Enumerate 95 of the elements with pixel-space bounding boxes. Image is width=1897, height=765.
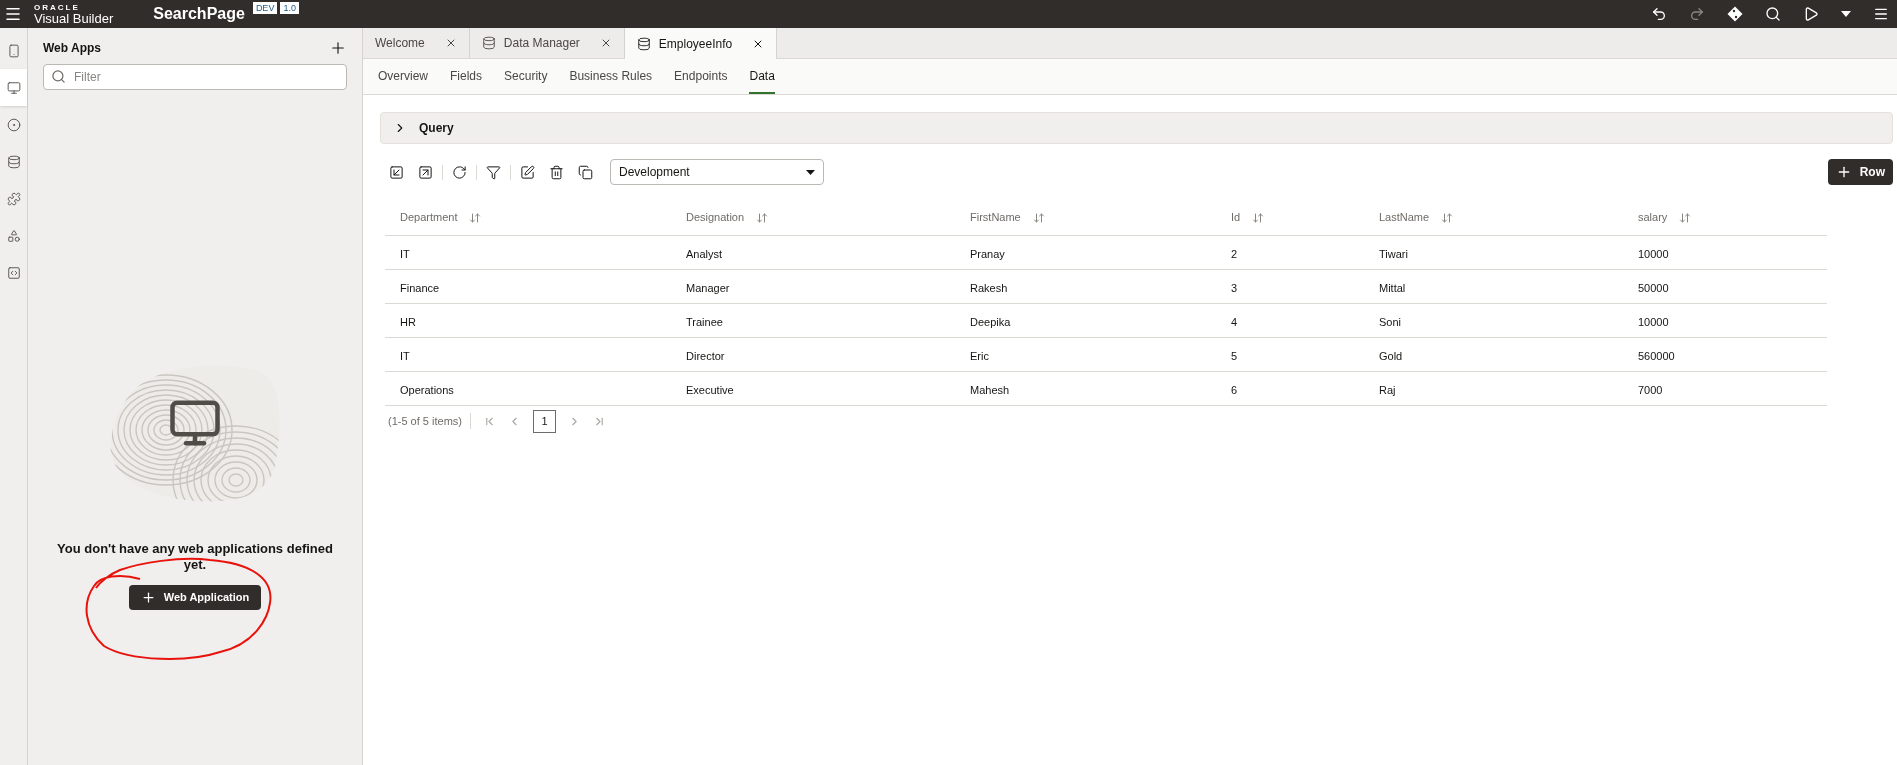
query-section-header[interactable]: Query <box>380 112 1893 144</box>
page-number[interactable]: 1 <box>532 409 556 433</box>
table-cell: 10000 <box>1638 247 1669 260</box>
puzzle-icon <box>6 191 21 206</box>
table-cell: Rakesh <box>970 281 1008 294</box>
diamond-icon[interactable] <box>1727 6 1743 22</box>
table-cell: Eric <box>970 349 989 362</box>
table-cell: Deepika <box>970 315 1011 328</box>
table-cell: IT <box>400 349 410 362</box>
add-row-button[interactable]: Row <box>1827 159 1893 185</box>
column-header[interactable]: salary <box>1638 209 1668 226</box>
table-cell: Manager <box>686 281 730 294</box>
caret-icon[interactable] <box>1841 11 1851 17</box>
version-badge: DEV <box>252 2 278 14</box>
subtab[interactable]: Security <box>504 59 548 94</box>
table-cell: Mittal <box>1379 281 1406 294</box>
edit-icon[interactable] <box>520 164 535 180</box>
sort-icon[interactable] <box>469 211 482 224</box>
menu-icon[interactable] <box>4 5 22 23</box>
table-cell: Operations <box>400 383 454 396</box>
environment-dropdown[interactable]: Development <box>610 159 824 185</box>
table-cell: Soni <box>1379 315 1402 328</box>
tab-label: Welcome <box>375 35 425 52</box>
copy-icon[interactable] <box>578 164 593 180</box>
sort-icon[interactable] <box>1679 211 1692 224</box>
table-cell: Analyst <box>686 247 723 260</box>
caret-icon <box>806 169 815 175</box>
table-cell: 7000 <box>1638 383 1663 396</box>
table-cell: HR <box>400 315 416 328</box>
subtab[interactable]: Endpoints <box>674 59 728 94</box>
database-icon <box>481 36 496 50</box>
version-badge: 1.0 <box>280 2 299 14</box>
editor-tab[interactable]: Welcome <box>363 28 470 58</box>
tab-label: Data Manager <box>503 35 580 52</box>
sort-icon[interactable] <box>1252 211 1265 224</box>
table-cell: IT <box>400 247 410 260</box>
phone-icon <box>6 43 21 58</box>
export-icon[interactable] <box>418 164 433 180</box>
table-cell: Gold <box>1379 349 1403 362</box>
column-header[interactable]: Id <box>1231 209 1241 226</box>
table-cell: 4 <box>1231 315 1238 328</box>
plus-icon <box>140 590 156 605</box>
shapes-icon <box>6 228 21 243</box>
subtab[interactable]: Overview <box>378 59 428 94</box>
table-cell: Mahesh <box>970 383 1010 396</box>
empty-message: You don't have any web applications defined yet. <box>56 541 334 573</box>
search-icon[interactable] <box>1765 6 1781 22</box>
database-icon <box>636 36 651 51</box>
table-cell: 3 <box>1231 281 1238 294</box>
monitor-icon <box>6 80 21 95</box>
refresh-icon[interactable] <box>452 164 467 180</box>
table-cell: 5 <box>1231 349 1238 362</box>
table-cell: Tiwari <box>1379 247 1408 260</box>
product-name: Visual Builder <box>34 11 114 25</box>
play-icon[interactable] <box>1803 6 1819 22</box>
column-header[interactable]: FirstName <box>970 209 1021 226</box>
code-icon <box>6 265 21 280</box>
table-cell: Raj <box>1379 383 1396 396</box>
table-cell: Trainee <box>686 315 723 328</box>
table-cell: Director <box>686 349 725 362</box>
table-cell: Pranay <box>970 247 1005 260</box>
page-title: SearchPage <box>153 4 245 24</box>
trash-icon[interactable] <box>549 164 564 180</box>
filter-icon[interactable] <box>486 164 501 180</box>
sort-icon[interactable] <box>1032 211 1045 224</box>
subtab[interactable]: Data <box>749 59 775 94</box>
table-cell: 50000 <box>1638 281 1669 294</box>
table-cell: 2 <box>1231 247 1238 260</box>
logo-wordmark: ORACLE <box>34 3 81 12</box>
column-header[interactable]: Designation <box>686 209 745 226</box>
table-cell: Executive <box>686 383 734 396</box>
add-icon[interactable] <box>329 39 347 57</box>
filter-field[interactable]: Filter <box>43 64 347 90</box>
column-header[interactable]: Department <box>400 209 458 226</box>
pagination-summary: (1-5 of 5 items) <box>385 412 471 430</box>
search-icon <box>51 69 66 84</box>
editor-tab[interactable]: Data Manager <box>469 28 625 58</box>
import-icon[interactable] <box>389 164 404 180</box>
editor-tab[interactable]: EmployeeInfo <box>624 28 778 59</box>
table-cell: 560000 <box>1638 349 1675 362</box>
tab-label: EmployeeInfo <box>658 35 733 53</box>
sort-icon[interactable] <box>1441 211 1454 224</box>
panel-title: Web Apps <box>43 40 101 57</box>
sort-icon[interactable] <box>756 211 769 224</box>
column-header[interactable]: LastName <box>1379 209 1430 226</box>
subtab[interactable]: Fields <box>450 59 483 94</box>
table-cell: 6 <box>1231 383 1238 396</box>
database-icon <box>6 154 21 169</box>
table-cell: Finance <box>400 281 440 294</box>
add-web-application-button[interactable]: Web Application <box>128 585 262 610</box>
menu-icon[interactable] <box>1873 6 1889 22</box>
undo-icon[interactable] <box>1651 6 1667 22</box>
ringed-dot-icon <box>6 117 21 132</box>
table-cell: 10000 <box>1638 315 1669 328</box>
subtab[interactable]: Business Rules <box>569 59 653 94</box>
